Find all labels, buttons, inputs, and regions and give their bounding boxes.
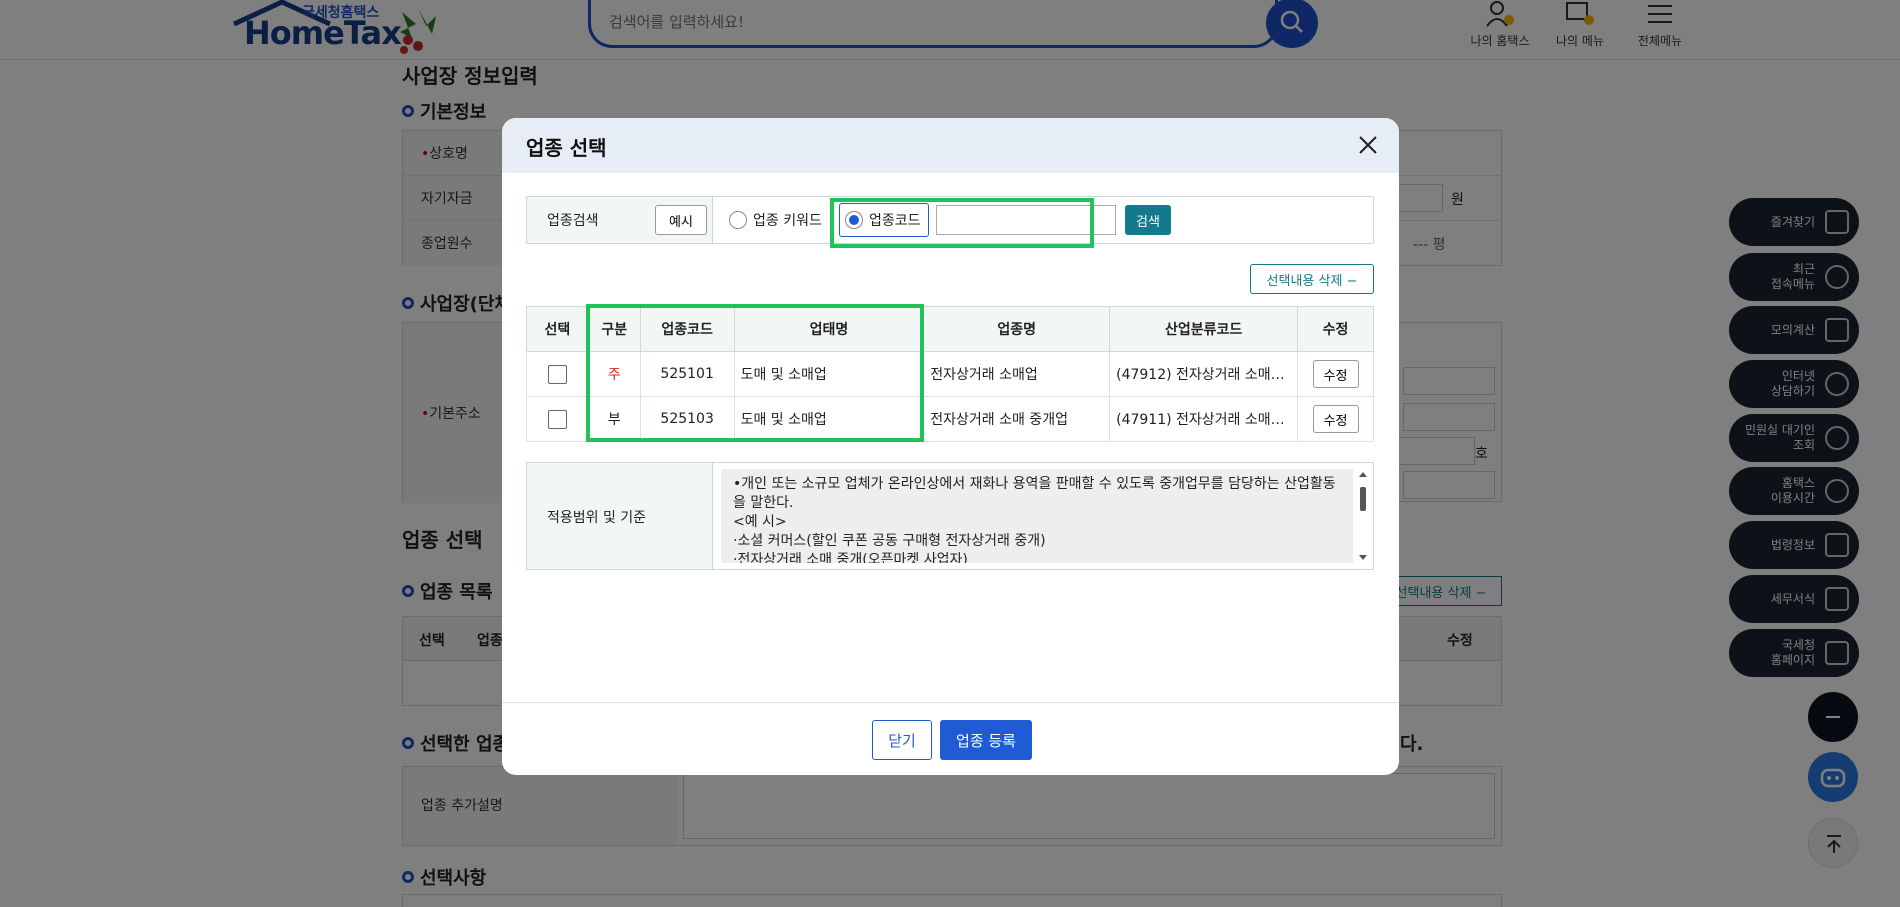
keyword-radio-label: 업종 키워드 xyxy=(753,213,822,229)
register-industry-button[interactable]: 업종 등록 xyxy=(940,720,1032,760)
select-cell xyxy=(526,396,589,442)
keyword-radio[interactable] xyxy=(729,211,747,229)
edit-cell: 수정 xyxy=(1297,351,1374,397)
example-button[interactable]: 예시 xyxy=(655,205,707,235)
search-label: 업종검색 xyxy=(547,213,599,229)
col-ksic: 산업분류코드 xyxy=(1109,306,1299,352)
row-checkbox[interactable] xyxy=(547,364,567,384)
search-button[interactable]: 검색 xyxy=(1125,205,1171,235)
scope-section: 적용범위 및 기준 •개인 또는 소규모 업체가 온라인상에서 재화나 용역을 … xyxy=(526,462,1374,570)
close-icon[interactable] xyxy=(1353,130,1383,160)
col-industry-name: 업종명 xyxy=(923,306,1111,352)
row-checkbox[interactable] xyxy=(547,409,567,429)
scope-line: ·소셜 커머스(할인 쿠폰 공동 구매형 전자상거래 중개) xyxy=(733,533,1046,549)
ksic-cell: (47912) 전자상거래 소매… xyxy=(1109,351,1299,397)
edit-button[interactable]: 수정 xyxy=(1312,405,1359,433)
select-cell xyxy=(526,351,589,397)
modal-header: 업종 선택 xyxy=(502,118,1399,173)
ksic-cell: (47911) 전자상거래 소매… xyxy=(1109,396,1299,442)
delete-selected-label: 선택내용 삭제 xyxy=(1266,273,1343,289)
delete-selected-button[interactable]: 선택내용 삭제 − xyxy=(1250,264,1374,294)
highlight-box xyxy=(830,198,1094,248)
industry-name-cell: 전자상거래 소매업 xyxy=(923,351,1111,397)
edit-cell: 수정 xyxy=(1297,396,1374,442)
col-select: 선택 xyxy=(526,306,589,352)
close-button[interactable]: 닫기 xyxy=(872,720,932,760)
scope-scrollbar[interactable] xyxy=(1357,469,1369,563)
modal-title: 업종 선택 xyxy=(526,136,607,160)
highlight-box xyxy=(586,304,924,442)
search-label-cell: 업종검색 예시 xyxy=(527,197,713,243)
scope-line: •개인 또는 소규모 업체가 온라인상에서 재화나 용역을 판매할 수 있도록 … xyxy=(733,476,1336,511)
col-edit: 수정 xyxy=(1297,306,1374,352)
industry-select-modal: 업종 선택 업종검색 예시 업종 키워드 업종코드 검색 선택내용 삭제 − 선… xyxy=(502,118,1399,775)
scope-line: <예 시> xyxy=(733,514,787,530)
industry-name-cell: 전자상거래 소매 중개업 xyxy=(923,396,1111,442)
edit-button[interactable]: 수정 xyxy=(1312,360,1359,388)
modal-footer-divider xyxy=(502,702,1399,703)
scope-textarea[interactable]: •개인 또는 소규모 업체가 온라인상에서 재화나 용역을 판매할 수 있도록 … xyxy=(721,469,1353,563)
scope-label: 적용범위 및 기준 xyxy=(527,463,713,569)
scope-line: ·전자상거래 소매 중개(오픈마켓 사업자) xyxy=(733,552,968,563)
